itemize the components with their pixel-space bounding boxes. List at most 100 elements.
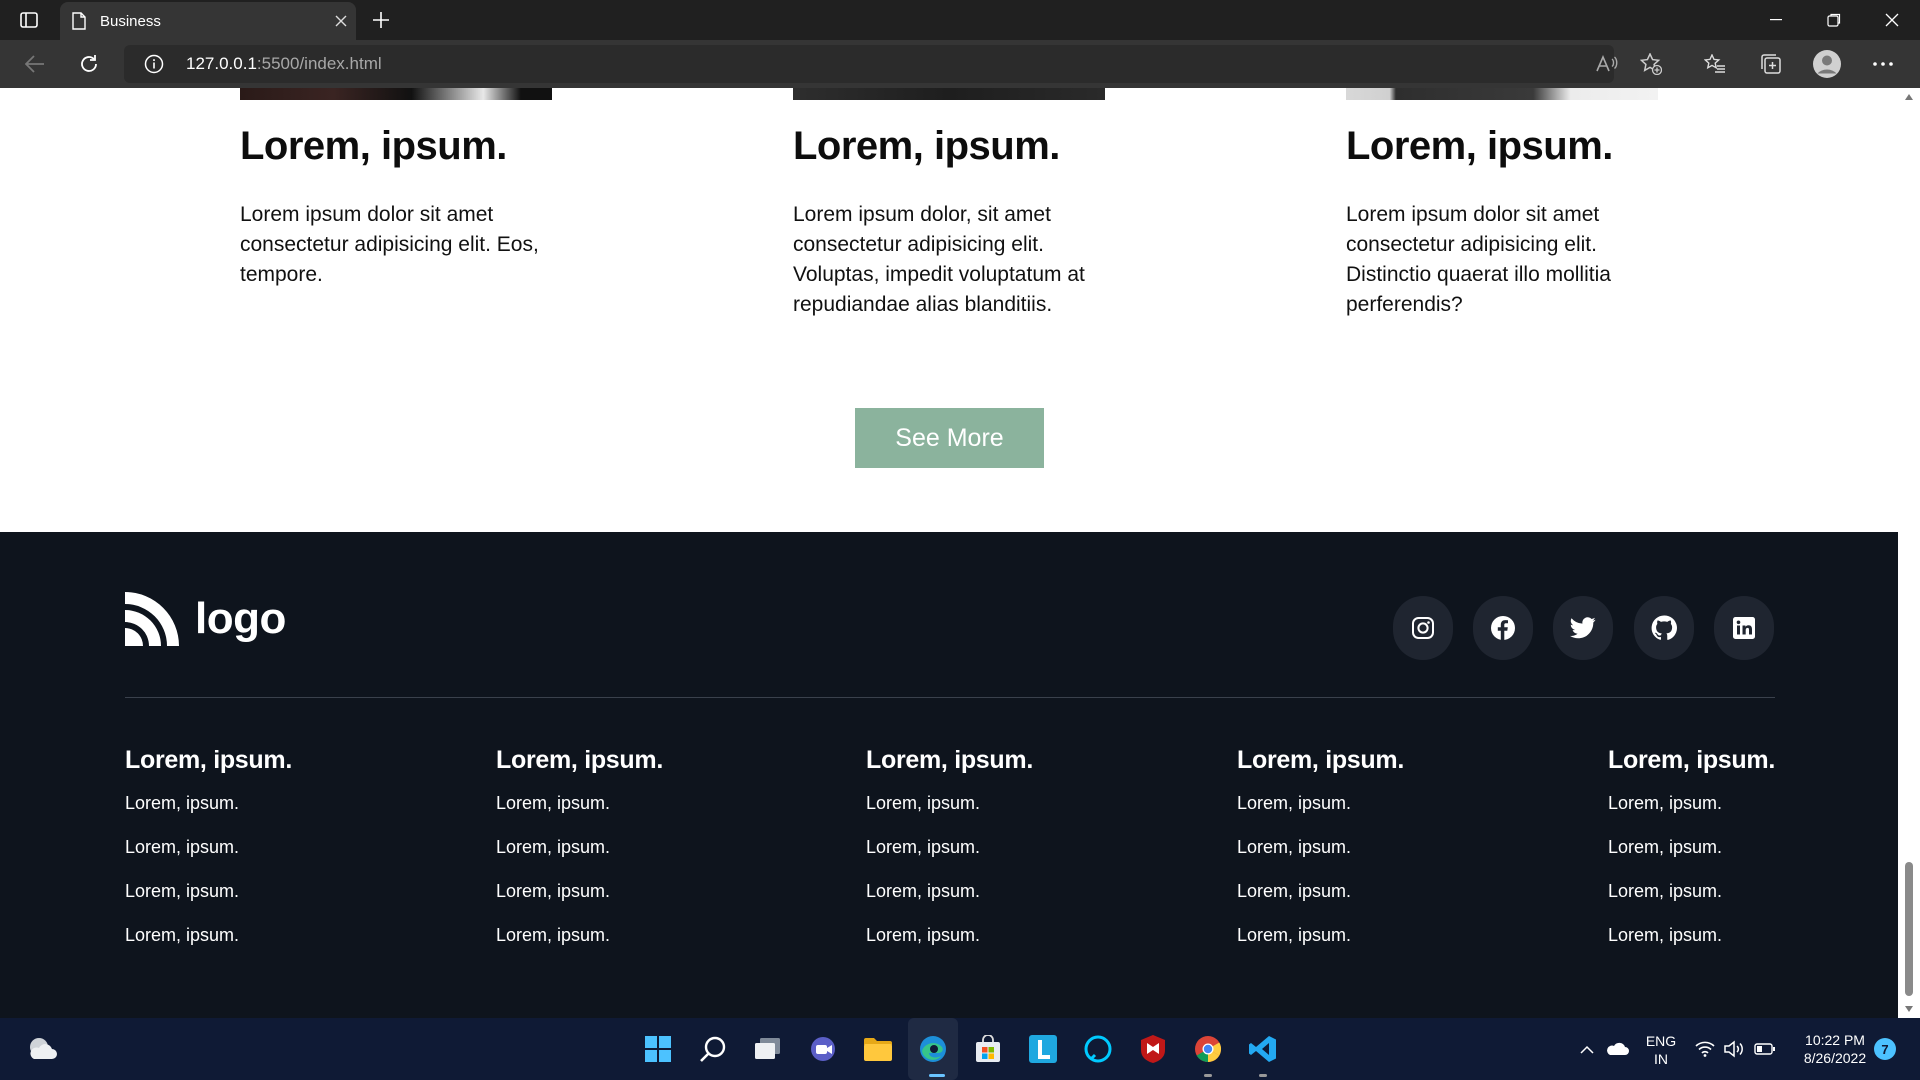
chevron-up-icon [1580,1045,1594,1054]
scroll-up-arrow-icon[interactable] [1905,94,1913,100]
scroll-thumb[interactable] [1905,862,1913,996]
footer-column-title: Lorem, ipsum. [866,746,1033,774]
footer-link[interactable]: Lorem, ipsum. [125,881,292,925]
close-window-button[interactable] [1864,0,1920,40]
tab-actions-icon [20,12,38,28]
logo-icon [125,592,179,646]
task-view-button[interactable] [750,1031,786,1067]
footer-divider [125,697,1775,698]
mcafee-button[interactable] [1135,1031,1171,1067]
vscode-button[interactable] [1245,1031,1281,1067]
refresh-button[interactable] [72,48,106,80]
wifi-button[interactable] [1690,1031,1720,1067]
card-text: Lorem ipsum dolor, sit amet consectetur … [793,203,1085,316]
footer-link[interactable]: Lorem, ipsum. [1237,925,1404,969]
tab-close-button[interactable] [326,6,356,36]
see-more-button[interactable]: See More [855,408,1044,468]
new-tab-button[interactable] [366,5,396,35]
footer-link[interactable]: Lorem, ipsum. [866,837,1033,881]
teams-chat-icon [811,1037,835,1061]
footer-link[interactable]: Lorem, ipsum. [1237,881,1404,925]
footer-column-title: Lorem, ipsum. [1237,746,1404,774]
footer-link[interactable]: Lorem, ipsum. [125,837,292,881]
instagram-link[interactable] [1393,596,1453,660]
card-image [1346,88,1658,100]
refresh-icon [81,55,97,72]
footer-link[interactable]: Lorem, ipsum. [496,837,663,881]
search-button[interactable] [695,1031,731,1067]
collections-button[interactable] [1754,48,1788,80]
footer-logo[interactable]: logo [125,592,286,646]
footer-link[interactable]: Lorem, ipsum. [125,793,292,837]
profile-button[interactable] [1810,48,1844,80]
footer-link[interactable]: Lorem, ipsum. [496,881,663,925]
more-options-button[interactable] [1866,48,1900,80]
github-link[interactable] [1634,596,1694,660]
tab-actions-button[interactable] [12,8,46,32]
vscode-icon [1249,1036,1276,1062]
facebook-link[interactable] [1473,596,1533,660]
l-app-button[interactable] [1025,1031,1061,1067]
chrome-button[interactable] [1190,1031,1226,1067]
clock[interactable]: 10:22 PM 8/26/2022 [1790,1031,1880,1067]
show-hidden-icons-button[interactable] [1570,1031,1604,1067]
footer-link[interactable]: Lorem, ipsum. [866,793,1033,837]
linkedin-link[interactable] [1714,596,1774,660]
notification-badge[interactable]: 7 [1874,1038,1896,1060]
store-button[interactable] [970,1031,1006,1067]
star-add-icon [1640,53,1662,75]
card-image [793,88,1105,100]
start-button[interactable] [640,1031,676,1067]
read-aloud-button[interactable] [1590,48,1624,80]
clock-time: 10:22 PM [1805,1032,1865,1048]
footer-link[interactable]: Lorem, ipsum. [1608,793,1775,837]
site-footer: logo Lorem, ipsum. Lorem, ipsum. Lorem, … [0,532,1898,1018]
browser-tab[interactable]: Business [60,2,356,40]
url-text[interactable]: 127.0.0.1:5500/index.html [186,54,382,74]
file-explorer-button[interactable] [860,1031,896,1067]
github-icon [1651,615,1677,640]
footer-link[interactable]: Lorem, ipsum. [496,925,663,969]
twitter-link[interactable] [1553,596,1613,660]
back-button[interactable] [18,48,52,80]
volume-icon [1724,1040,1743,1058]
scroll-down-arrow-icon[interactable] [1905,1006,1913,1012]
footer-link[interactable]: Lorem, ipsum. [866,881,1033,925]
footer-link[interactable]: Lorem, ipsum. [866,925,1033,969]
footer-link[interactable]: Lorem, ipsum. [1237,837,1404,881]
logo-text: logo [195,594,286,643]
favorites-button[interactable] [1698,48,1732,80]
footer-column: Lorem, ipsum. Lorem, ipsum. Lorem, ipsum… [1608,746,1775,969]
footer-link[interactable]: Lorem, ipsum. [1608,881,1775,925]
weather-widget[interactable] [24,1031,60,1067]
info-icon[interactable] [144,54,164,74]
onedrive-button[interactable] [1600,1031,1634,1067]
volume-button[interactable] [1720,1031,1750,1067]
language-indicator[interactable]: ENG IN [1640,1032,1682,1068]
collections-icon [1761,54,1781,74]
restore-button[interactable] [1806,0,1862,40]
page-scrollbar[interactable] [1898,88,1920,1018]
restore-icon [1827,13,1841,27]
address-bar[interactable]: 127.0.0.1:5500/index.html [124,45,1614,83]
footer-link[interactable]: Lorem, ipsum. [1608,925,1775,969]
add-favorite-button[interactable] [1634,48,1668,80]
store-icon [976,1035,1000,1062]
browser-toolbar: 127.0.0.1:5500/index.html [0,40,1920,88]
edge-button[interactable] [915,1031,951,1067]
card-title: Lorem, ipsum. [240,124,507,168]
minimize-icon [1770,19,1782,21]
alexa-button[interactable] [1080,1031,1116,1067]
footer-link[interactable]: Lorem, ipsum. [496,793,663,837]
footer-column: Lorem, ipsum. Lorem, ipsum. Lorem, ipsum… [1237,746,1404,969]
battery-icon [1754,1043,1775,1055]
twitter-icon [1570,617,1596,639]
footer-link[interactable]: Lorem, ipsum. [125,925,292,969]
battery-button[interactable] [1750,1031,1780,1067]
footer-link[interactable]: Lorem, ipsum. [1237,793,1404,837]
footer-link[interactable]: Lorem, ipsum. [1608,837,1775,881]
teams-chat-button[interactable] [805,1031,841,1067]
minimize-button[interactable] [1748,0,1804,40]
running-indicator [929,1074,945,1077]
footer-column: Lorem, ipsum. Lorem, ipsum. Lorem, ipsum… [496,746,663,969]
